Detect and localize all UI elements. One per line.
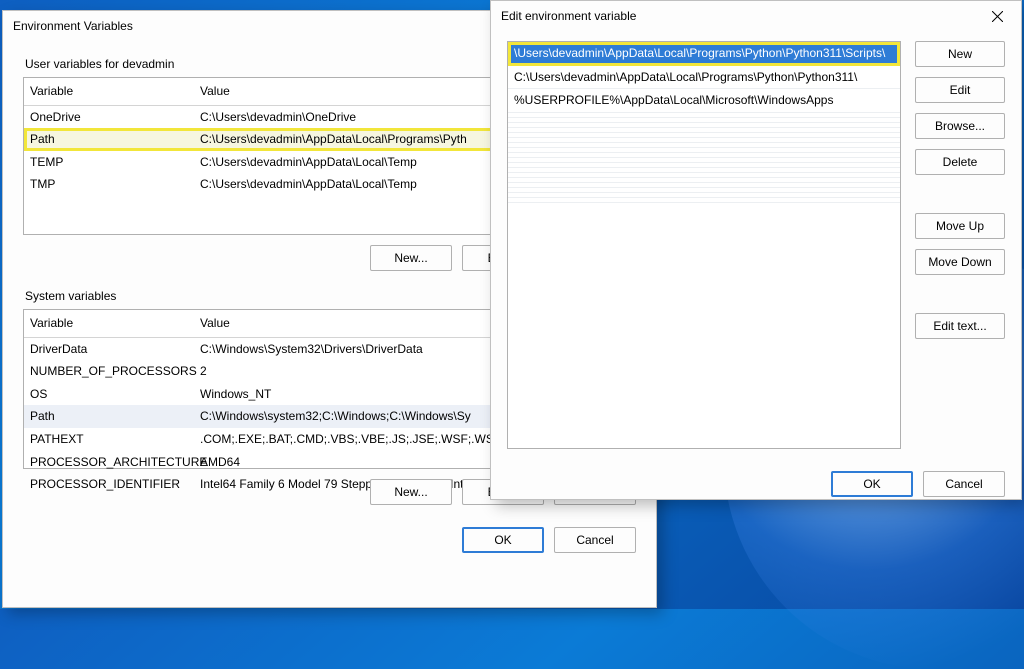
path-entry-row[interactable]: C:\Users\devadmin\AppData\Local\Programs… xyxy=(508,66,900,90)
env-ok-button[interactable]: OK xyxy=(462,527,544,553)
edit-env-var-dialog: Edit environment variable \Users\devadmi… xyxy=(490,0,1022,500)
edit-browse-button[interactable]: Browse... xyxy=(915,113,1005,139)
edit-dialog-title: Edit environment variable xyxy=(501,9,636,23)
path-entry-row-selected[interactable]: \Users\devadmin\AppData\Local\Programs\P… xyxy=(508,42,900,66)
path-entry-row[interactable] xyxy=(508,198,900,203)
edit-delete-button[interactable]: Delete xyxy=(915,149,1005,175)
edit-ok-button[interactable]: OK xyxy=(831,471,913,497)
edit-movedown-button[interactable]: Move Down xyxy=(915,249,1005,275)
path-entry-row[interactable]: %USERPROFILE%\AppData\Local\Microsoft\Wi… xyxy=(508,89,900,113)
edit-moveup-button[interactable]: Move Up xyxy=(915,213,1005,239)
env-cancel-button[interactable]: Cancel xyxy=(554,527,636,553)
edit-edittext-button[interactable]: Edit text... xyxy=(915,313,1005,339)
edit-edit-button[interactable]: Edit xyxy=(915,77,1005,103)
edit-dialog-titlebar[interactable]: Edit environment variable xyxy=(491,1,1021,31)
env-vars-title: Environment Variables xyxy=(13,19,133,33)
path-entries-list[interactable]: \Users\devadmin\AppData\Local\Programs\P… xyxy=(507,41,901,449)
user-new-button[interactable]: New... xyxy=(370,245,452,271)
col-variable[interactable]: Variable xyxy=(30,82,200,101)
col-variable[interactable]: Variable xyxy=(30,314,200,333)
edit-cancel-button[interactable]: Cancel xyxy=(923,471,1005,497)
close-icon[interactable] xyxy=(983,2,1011,30)
edit-new-button[interactable]: New xyxy=(915,41,1005,67)
system-new-button[interactable]: New... xyxy=(370,479,452,505)
